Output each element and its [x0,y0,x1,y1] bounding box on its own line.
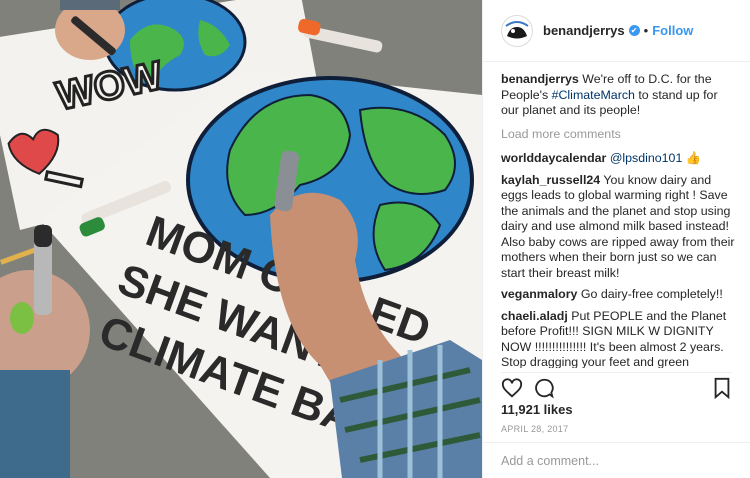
post-photo-illustration: WOW I MOM CALLED SHE WANTS HER CLIMATE B… [0,0,482,478]
instagram-post: WOW I MOM CALLED SHE WANTS HER CLIMATE B… [0,0,750,478]
comment-item: veganmalory Go dairy-free completely!! [501,287,736,303]
caption-hashtag[interactable]: #ClimateMarch [552,88,635,102]
verified-badge-icon: ✔ [628,25,640,36]
comment-item: worlddaycalendar @lpsdino101 👍 [501,151,736,167]
bookmark-icon[interactable] [712,377,732,404]
comment-text: 👍 [682,151,702,165]
load-more-comments-button[interactable]: Load more comments [501,127,736,143]
action-bar [501,372,732,403]
comment-text: You know dairy and eggs leads to global … [501,172,735,280]
comment-text: Go dairy-free completely!! [580,287,723,301]
follow-button[interactable]: Follow [652,23,693,38]
comment-item: kaylah_russell24 You know dairy and eggs… [501,173,736,282]
comment-username[interactable]: chaeli.aladj [501,309,568,323]
add-comment-input[interactable]: Add a comment... [483,442,750,478]
comment-username[interactable]: veganmalory [501,287,577,301]
heart-icon[interactable] [501,377,523,404]
post-photo[interactable]: WOW I MOM CALLED SHE WANTS HER CLIMATE B… [0,0,482,478]
like-count[interactable]: 11,921 likes [501,402,573,417]
account-avatar[interactable] [501,14,533,47]
comment-icon[interactable] [533,377,555,404]
comment-item: chaeli.aladj Put PEOPLE and the Planet b… [501,309,736,369]
caption: benandjerrys We're off to D.C. for the P… [501,72,736,119]
post-side-panel: benandjerrys ✔ • Follow benandjerrys We'… [482,0,750,478]
cow-logo-icon [503,16,531,45]
comment-username[interactable]: kaylah_russell24 [501,173,600,187]
post-header: benandjerrys ✔ • Follow [483,0,750,62]
comment-username[interactable]: worlddaycalendar [501,151,606,165]
post-date[interactable]: APRIL 28, 2017 [501,424,568,434]
caption-username[interactable]: benandjerrys [501,72,579,86]
comments-list[interactable]: benandjerrys We're off to D.C. for the P… [501,72,736,368]
comment-mention[interactable]: @lpsdino101 [610,151,683,165]
header-username[interactable]: benandjerrys [543,23,625,38]
header-separator: • [643,23,649,38]
